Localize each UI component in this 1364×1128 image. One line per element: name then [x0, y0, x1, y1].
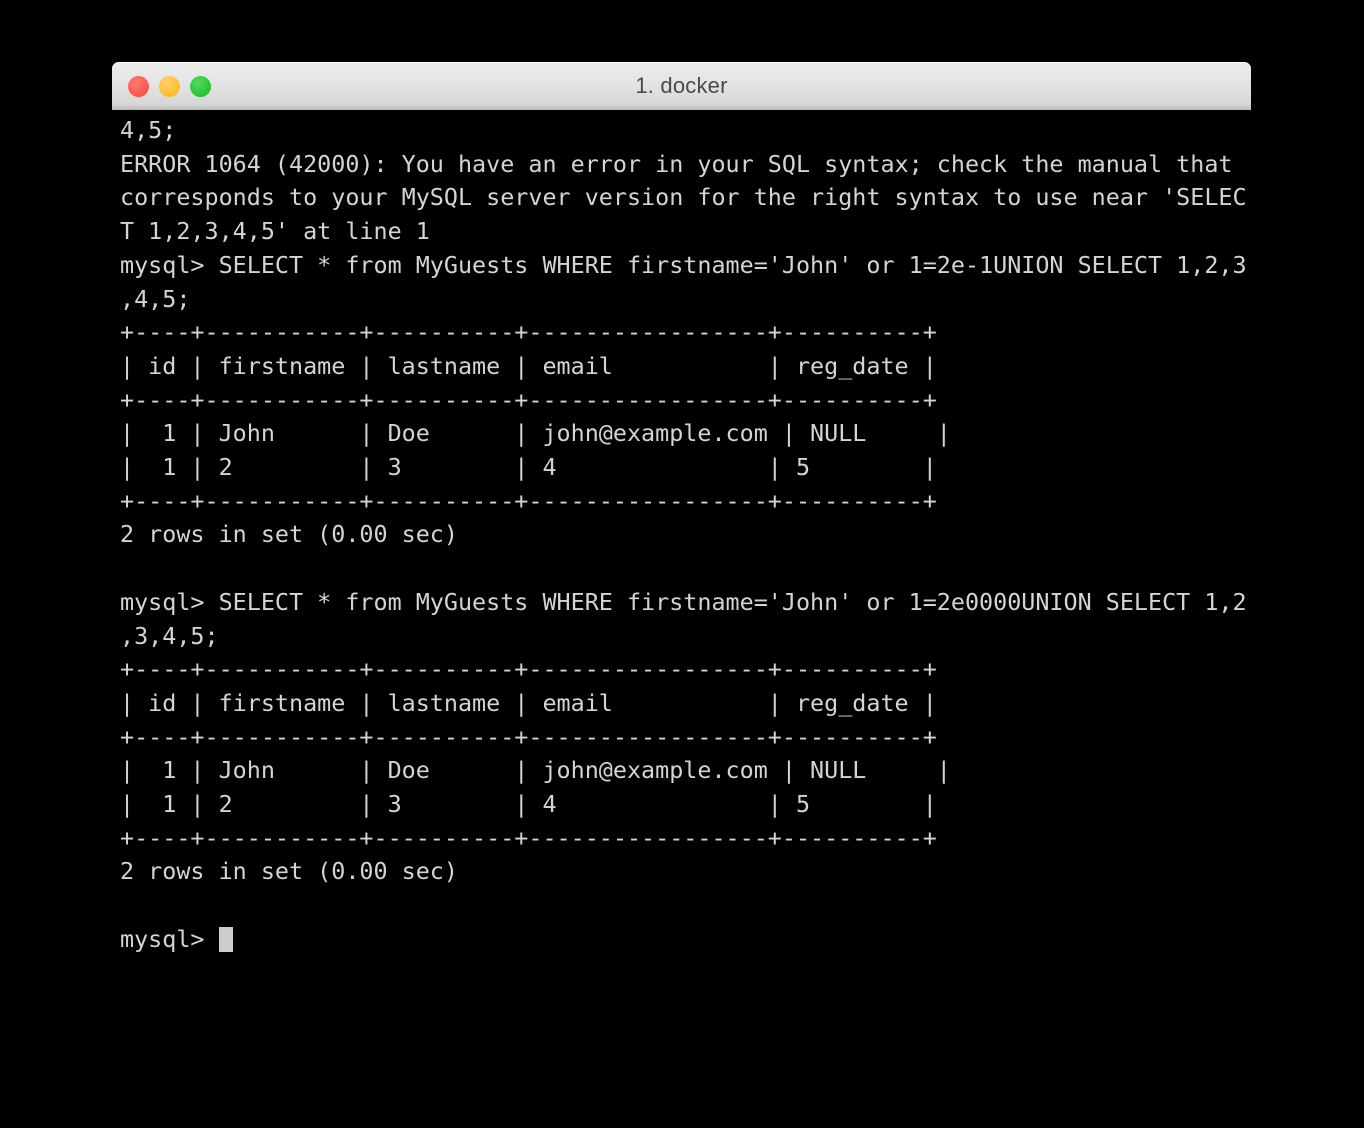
terminal-line-text: +----+-----------+----------+-----------… [120, 318, 937, 347]
terminal-line-text: ERROR 1064 (42000): You have an error in… [120, 149, 1233, 178]
terminal-line-text: | 1 | 2 | 3 | 4 | 5 | [120, 790, 937, 819]
terminal-line: | id | firstname | lastname | email | re… [120, 687, 1251, 721]
terminal-line: mysql> SELECT * from MyGuests WHERE firs… [120, 249, 1251, 283]
terminal-cursor [218, 926, 233, 952]
terminal-line: | 1 | 2 | 3 | 4 | 5 | [120, 788, 1251, 822]
terminal-line-text: corresponds to your MySQL server version… [120, 183, 1247, 212]
terminal-line: +----+-----------+----------+-----------… [120, 721, 1251, 755]
terminal-output-area[interactable]: 4,5; ERROR 1064 (42000): You have an erro… [112, 110, 1251, 1062]
terminal-line-text: +----+-----------+----------+-----------… [120, 486, 937, 515]
terminal-line: corresponds to your MySQL server version… [120, 181, 1251, 215]
terminal-line-text: ,4,5; [120, 284, 191, 313]
terminal-line-text: | 1 | John | Doe | john@example.com | NU… [120, 756, 951, 785]
terminal-line-text: +----+-----------+----------+-----------… [120, 823, 937, 852]
terminal-line: mysql> [120, 923, 1251, 957]
terminal-line: 4,5; [120, 114, 1251, 148]
terminal-line: ,3,4,5; [120, 620, 1251, 654]
terminal-window: 1. docker 4,5; ERROR 1064 (42000): You ha… [112, 62, 1251, 1062]
terminal-line: 2 rows in set (0.00 sec) [120, 518, 1251, 552]
terminal-line: | 1 | 2 | 3 | 4 | 5 | [120, 451, 1251, 485]
terminal-line: | 1 | John | Doe | john@example.com | NU… [120, 417, 1251, 451]
terminal-line-text: ,3,4,5; [120, 621, 219, 650]
terminal-line-text: mysql> SELECT * from MyGuests WHERE firs… [120, 250, 1247, 279]
terminal-line: ERROR 1064 (42000): You have an error in… [120, 148, 1251, 182]
terminal-line: | 1 | John | Doe | john@example.com | NU… [120, 754, 1251, 788]
terminal-line-text: mysql> [120, 924, 219, 953]
terminal-line: | id | firstname | lastname | email | re… [120, 350, 1251, 384]
terminal-line-text: T 1,2,3,4,5' at line 1 [120, 217, 430, 246]
terminal-line-text: 4,5; [120, 116, 177, 144]
terminal-line-text: +----+-----------+----------+-----------… [120, 385, 937, 414]
terminal-line-text: +----+-----------+----------+-----------… [120, 655, 937, 684]
terminal-line: ,4,5; [120, 283, 1251, 317]
terminal-line: T 1,2,3,4,5' at line 1 [120, 215, 1251, 249]
terminal-line: mysql> SELECT * from MyGuests WHERE firs… [120, 586, 1251, 620]
terminal-line-text: | 1 | 2 | 3 | 4 | 5 | [120, 453, 937, 482]
terminal-line: +----+-----------+----------+-----------… [120, 653, 1251, 687]
terminal-line: 2 rows in set (0.00 sec) [120, 855, 1251, 889]
terminal-line-text: 2 rows in set (0.00 sec) [120, 520, 458, 549]
terminal-line-text: | 1 | John | Doe | john@example.com | NU… [120, 419, 951, 448]
window-title: 1. docker [635, 73, 728, 98]
terminal-line: +----+-----------+----------+-----------… [120, 384, 1251, 418]
window-titlebar[interactable]: 1. docker [112, 62, 1251, 110]
terminal-line: +----+-----------+----------+-----------… [120, 822, 1251, 856]
terminal-line: +----+-----------+----------+-----------… [120, 316, 1251, 350]
terminal-line-text: 2 rows in set (0.00 sec) [120, 857, 458, 886]
terminal-line-text: +----+-----------+----------+-----------… [120, 722, 937, 751]
terminal-line: +----+-----------+----------+-----------… [120, 485, 1251, 519]
terminal-line-text: | id | firstname | lastname | email | re… [120, 351, 937, 380]
terminal-text: 4,5; ERROR 1064 (42000): You have an erro… [120, 114, 1251, 957]
terminal-line-text: mysql> SELECT * from MyGuests WHERE firs… [120, 587, 1247, 616]
desktop-background: 1. docker 4,5; ERROR 1064 (42000): You ha… [0, 0, 1364, 1128]
terminal-line-text: | id | firstname | lastname | email | re… [120, 688, 937, 717]
